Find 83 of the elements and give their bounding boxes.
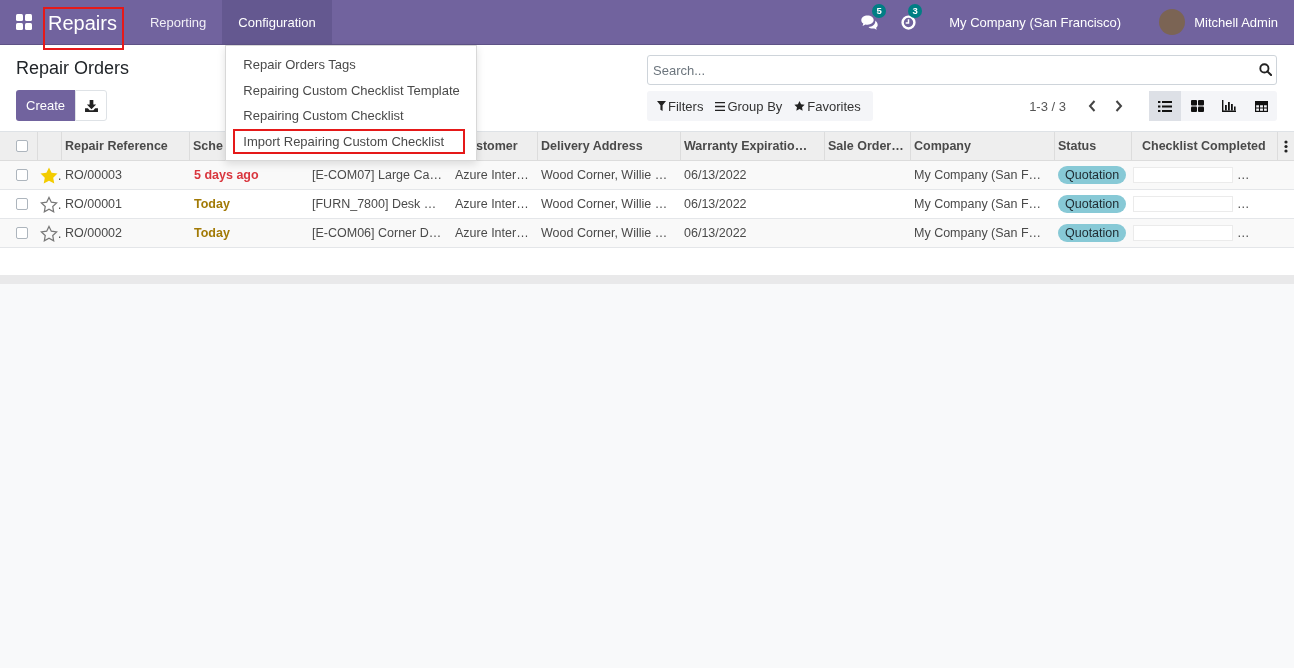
table-cell-text: Wood Corner, Willie … xyxy=(540,196,669,213)
table-row[interactable]: . RO/00003 5 days ago [E-COM07] Large Ca… Azure Inter… Wood Corner, Willie … 06/13/2022 My Company (San F… Quotation … xyxy=(0,161,1294,190)
table-cell-text: [E-COM06] Corner D… xyxy=(311,225,443,242)
activity-count-badge: 3 xyxy=(908,4,923,18)
table-cell-text: Today xyxy=(193,225,231,242)
search-field[interactable]: Search... xyxy=(647,55,1277,85)
dropdown-item[interactable]: Import Repairing Custom Checklist xyxy=(233,128,466,154)
status-badge: Quotation xyxy=(1058,195,1127,213)
row-checkbox[interactable] xyxy=(16,169,28,181)
download-icon xyxy=(84,99,98,112)
select-all-checkbox[interactable] xyxy=(16,140,28,152)
table-cell-text: My Company (San F… xyxy=(913,167,1043,184)
table-cell-text: [FURN_7800] Desk … xyxy=(311,196,438,213)
table-cell-text: Wood Corner, Willie … xyxy=(540,167,669,184)
bars-icon xyxy=(715,101,726,111)
dropdown-item[interactable]: Repair Orders Tags xyxy=(233,52,466,77)
grid-icon xyxy=(1190,100,1204,112)
message-count-badge: 5 xyxy=(872,4,887,18)
page-title: Repair Orders xyxy=(16,57,130,80)
status-badge: Quotation xyxy=(1058,224,1127,242)
create-button[interactable]: Create xyxy=(16,90,76,121)
download-button[interactable] xyxy=(75,90,108,121)
table-cell: … xyxy=(1237,197,1250,211)
column-header[interactable]: Repair Reference xyxy=(65,139,168,153)
dropdown-item[interactable]: Repairing Custom Checklist Template xyxy=(233,77,466,103)
chevron-left-icon xyxy=(1087,100,1096,112)
column-header[interactable]: Company xyxy=(914,139,971,153)
column-header[interactable]: Checklist Completed xyxy=(1142,139,1266,153)
row-checkbox[interactable] xyxy=(16,198,28,210)
pager-value: 1-3 / 3 xyxy=(1029,98,1066,114)
table-cell-text: RO/00001 xyxy=(64,196,123,213)
table-cell: … xyxy=(1237,168,1250,182)
star-icon[interactable] xyxy=(40,166,58,184)
column-header[interactable]: Delivery Address xyxy=(541,139,643,153)
more-options-icon[interactable] xyxy=(1284,139,1288,153)
dropdown-item[interactable]: Repairing Custom Checklist xyxy=(233,103,466,128)
list-view-button[interactable] xyxy=(1149,91,1181,121)
column-header[interactable]: stomer xyxy=(476,139,518,153)
status-badge: Quotation xyxy=(1058,166,1127,184)
menu-item[interactable]: Reporting xyxy=(133,0,223,44)
table-cell-text: RO/00002 xyxy=(64,225,123,242)
table-row[interactable]: . RO/00002 Today [E-COM06] Corner D… Azure Inter… Wood Corner, Willie … 06/13/2022 My Company (San F… Quotation … xyxy=(0,219,1294,248)
star-icon[interactable] xyxy=(40,195,58,213)
column-header[interactable]: Status xyxy=(1058,139,1097,153)
row-checkbox[interactable] xyxy=(16,227,28,239)
filters-button[interactable]: Filters xyxy=(653,91,712,121)
table-cell-text: RO/00003 xyxy=(64,167,123,184)
table-cell-text: Today xyxy=(193,196,231,213)
clock-icon[interactable] xyxy=(901,14,917,30)
table-cell-text: Wood Corner, Willie … xyxy=(540,225,669,242)
table-icon xyxy=(1254,100,1268,112)
table-cell: … xyxy=(1237,226,1250,240)
column-header[interactable]: Warranty Expiratio… xyxy=(684,139,808,153)
column-header[interactable]: Sche xyxy=(193,139,223,153)
list-icon xyxy=(1158,100,1172,112)
app-name[interactable]: Repairs xyxy=(43,7,124,50)
company-switcher[interactable]: My Company (San Francisco) xyxy=(949,14,1122,30)
bar-chart-icon xyxy=(1222,100,1236,112)
table-cell-text: Azure Inter… xyxy=(454,196,530,213)
table-cell-text: [E-COM07] Large Ca… xyxy=(311,167,443,184)
table-cell-text: Azure Inter… xyxy=(454,225,530,242)
truncated-text: . xyxy=(58,228,62,243)
menu-item[interactable]: Configuration xyxy=(222,0,332,44)
table-cell-text: My Company (San F… xyxy=(913,196,1043,213)
star-icon xyxy=(794,101,806,111)
apps-icon[interactable] xyxy=(16,14,32,30)
truncated-text: . xyxy=(58,170,62,185)
search-icon[interactable] xyxy=(1259,63,1272,76)
chevron-right-icon xyxy=(1114,100,1123,112)
favorites-button[interactable]: Favorites xyxy=(790,91,869,121)
column-header[interactable]: Sale Order… xyxy=(828,139,904,153)
table-cell-text: Azure Inter… xyxy=(454,167,530,184)
user-name[interactable]: Mitchell Admin xyxy=(1194,14,1278,30)
table-cell-text: 06/13/2022 xyxy=(683,167,748,184)
table-cell-text: 06/13/2022 xyxy=(683,225,748,242)
table-cell-text: 5 days ago xyxy=(193,167,260,184)
table-cell-text: My Company (San F… xyxy=(913,225,1043,242)
chat-icon[interactable] xyxy=(861,14,879,30)
group-by-button[interactable]: Group By xyxy=(711,91,791,121)
table-cell-text: 06/13/2022 xyxy=(683,196,748,213)
truncated-text: . xyxy=(58,199,62,214)
star-icon[interactable] xyxy=(40,224,58,242)
filter-icon xyxy=(657,101,666,111)
